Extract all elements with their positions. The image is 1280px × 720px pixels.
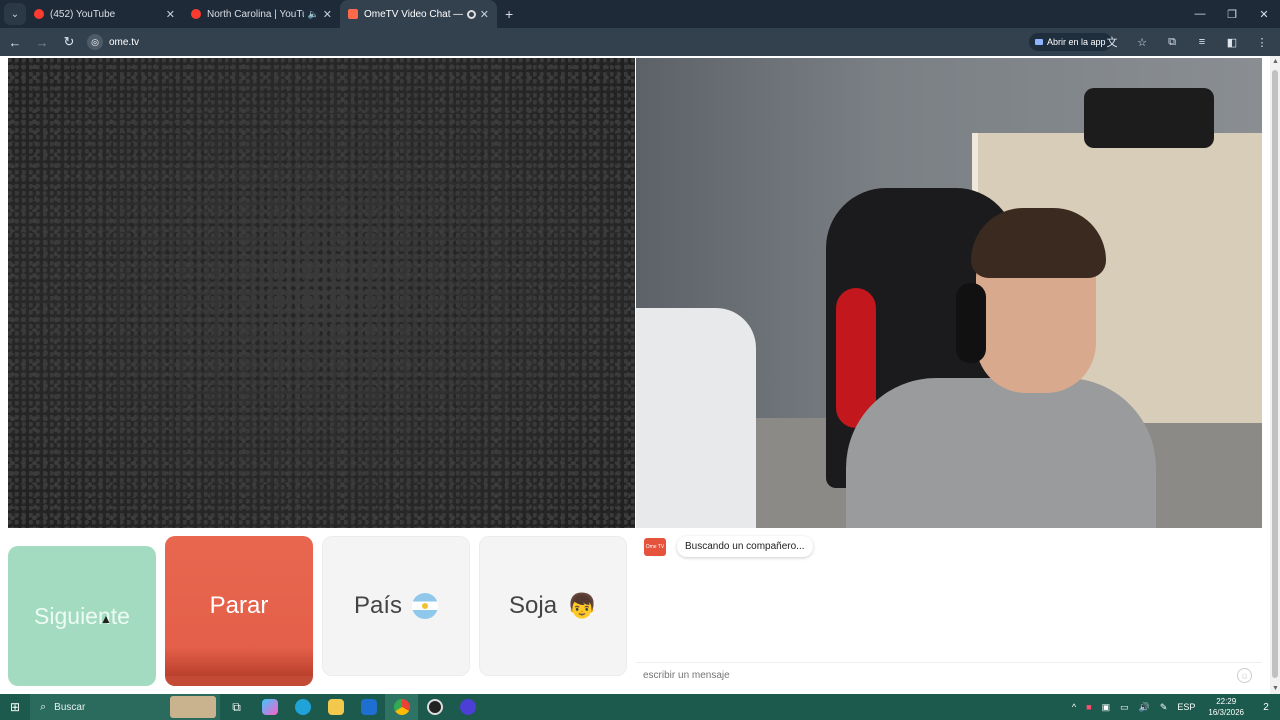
close-icon[interactable]: ✕ xyxy=(323,8,332,21)
video-headphones xyxy=(956,283,986,363)
copilot-icon[interactable] xyxy=(253,694,286,720)
tray-app-icon[interactable]: ■ xyxy=(1086,702,1091,712)
window-controls: — ❐ ✕ xyxy=(1184,0,1280,28)
ometv-logo-icon: Ome TV xyxy=(644,538,666,556)
tab-title: OmeTV Video Chat — Alte xyxy=(364,8,463,20)
restore-icon[interactable]: ❐ xyxy=(1216,0,1248,28)
system-tray: ^ ■ ▣ ▭ 🔊 ✎ ESP 22:29 16/3/2026 2 xyxy=(1067,694,1280,720)
tab-title: North Carolina | YouTube M xyxy=(207,8,304,20)
translate-icon[interactable]: 文 xyxy=(1100,30,1124,54)
menu-icon[interactable]: ⋮ xyxy=(1250,30,1274,54)
network-icon[interactable]: ▭ xyxy=(1120,702,1129,713)
reload-icon[interactable]: ↻ xyxy=(57,30,81,54)
country-filter-button[interactable]: País xyxy=(322,536,470,676)
tab-search-chevron-icon[interactable]: ⌄ xyxy=(4,3,26,25)
country-button-label: País xyxy=(353,592,403,619)
video-person-body xyxy=(846,378,1156,528)
outlook-icon[interactable] xyxy=(352,694,385,720)
profile-icon[interactable]: ◧ xyxy=(1220,30,1244,54)
obs-icon[interactable] xyxy=(418,694,451,720)
address-bar: ← → ↻ ◎ ome.tv Abrir en la app 文 ☆ ⧉ ≡ ◧… xyxy=(0,28,1280,56)
tab-north-carolina[interactable]: North Carolina | YouTube M 🔈 ✕ xyxy=(183,0,340,28)
clock[interactable]: 22:29 16/3/2026 xyxy=(1208,696,1244,718)
tray-expand-icon[interactable]: ^ xyxy=(1072,702,1076,712)
chrome-icon[interactable] xyxy=(385,694,418,720)
close-icon[interactable]: ✕ xyxy=(480,8,489,21)
close-window-icon[interactable]: ✕ xyxy=(1248,0,1280,28)
tab-ometv[interactable]: OmeTV Video Chat — Alte ✕ xyxy=(340,0,497,28)
tab-youtube[interactable]: (452) YouTube ✕ xyxy=(26,0,183,28)
chat-input-area: ☺ xyxy=(636,662,1262,688)
browser-toolbar: 文 ☆ ⧉ ≡ ◧ ⋮ xyxy=(1094,28,1274,56)
scroll-thumb[interactable] xyxy=(1272,70,1278,678)
search-highlight-image xyxy=(170,696,216,718)
clock-time: 22:29 xyxy=(1216,697,1237,706)
mouse-cursor-icon: ▲ xyxy=(100,612,112,626)
next-button-label: Siguiente xyxy=(34,602,130,629)
youtube-music-favicon-icon xyxy=(191,9,201,19)
forward-arrow-icon[interactable]: → xyxy=(30,30,54,54)
stop-button[interactable]: Parar xyxy=(165,536,313,686)
video-bed xyxy=(636,308,756,528)
page-scrollbar[interactable]: ▲ ▼ xyxy=(1270,56,1280,694)
chat-message-input[interactable] xyxy=(643,670,1223,681)
video-person-hair xyxy=(971,208,1106,278)
chat-status-message: Buscando un compañero... xyxy=(677,536,813,557)
gender-button-label: Soja xyxy=(509,592,558,619)
video-bag xyxy=(1084,88,1214,148)
tab-title: (452) YouTube xyxy=(50,8,116,20)
task-view-icon[interactable]: ⧉ xyxy=(220,694,253,720)
minimize-icon[interactable]: — xyxy=(1184,0,1216,28)
file-explorer-icon[interactable] xyxy=(319,694,352,720)
partner-video xyxy=(8,58,635,528)
stop-button-label: Parar xyxy=(209,592,269,619)
clock-date: 16/3/2026 xyxy=(1208,708,1244,717)
app-icon xyxy=(1035,39,1043,45)
ometv-page: Siguiente Parar País Soja 👦 ▲ Ome TV Bus… xyxy=(0,56,1280,694)
tray-app2-icon[interactable]: ▣ xyxy=(1102,702,1111,713)
emoji-icon[interactable]: ☺ xyxy=(1237,668,1252,683)
windows-start-icon[interactable]: ⊞ xyxy=(0,694,30,720)
youtube-favicon-icon xyxy=(34,9,44,19)
argentina-flag-icon xyxy=(412,593,439,619)
omnibox[interactable]: ◎ ome.tv xyxy=(87,31,139,53)
close-icon[interactable]: ✕ xyxy=(166,8,175,21)
chat-panel: Ome TV Buscando un compañero... ☺ xyxy=(636,530,1262,688)
windows-taskbar: ⊞ ⌕ Buscar ⧉ ^ ■ ▣ ▭ 🔊 ✎ ESP 22:29 16/3/… xyxy=(0,694,1280,720)
edge-icon[interactable] xyxy=(286,694,319,720)
scroll-up-arrow-icon[interactable]: ▲ xyxy=(1272,58,1279,65)
browser-tab-bar: ⌄ (452) YouTube ✕ North Carolina | YouTu… xyxy=(0,0,1280,28)
bookmark-star-icon[interactable]: ☆ xyxy=(1130,30,1154,54)
self-camera-video xyxy=(636,58,1262,528)
taskbar-search[interactable]: ⌕ Buscar xyxy=(30,694,220,720)
notification-count: 2 xyxy=(1263,701,1269,713)
site-info-icon[interactable]: ◎ xyxy=(87,34,103,50)
taskbar-search-label: Buscar xyxy=(54,701,86,713)
next-button[interactable]: Siguiente xyxy=(8,546,156,686)
pen-icon[interactable]: ✎ xyxy=(1160,702,1168,713)
language-indicator[interactable]: ESP xyxy=(1177,702,1195,712)
volume-icon[interactable]: 🔊 xyxy=(1139,702,1150,713)
media-control-icon[interactable]: ≡ xyxy=(1190,30,1214,54)
notifications-icon[interactable]: 2 xyxy=(1257,698,1275,716)
search-icon: ⌕ xyxy=(40,700,47,713)
extensions-icon[interactable]: ⧉ xyxy=(1160,30,1184,54)
scroll-down-arrow-icon[interactable]: ▼ xyxy=(1272,685,1279,692)
back-arrow-icon[interactable]: ← xyxy=(3,30,27,54)
speaker-icon[interactable]: 🔈 xyxy=(308,9,319,20)
new-tab-button[interactable]: + xyxy=(505,6,513,22)
ometv-favicon-icon xyxy=(348,9,358,19)
boy-icon: 👦 xyxy=(567,592,597,620)
url-text[interactable]: ome.tv xyxy=(109,37,139,48)
gender-filter-button[interactable]: Soja 👦 xyxy=(479,536,627,676)
camera-recording-icon xyxy=(466,9,476,19)
app-circle-icon[interactable] xyxy=(451,694,484,720)
